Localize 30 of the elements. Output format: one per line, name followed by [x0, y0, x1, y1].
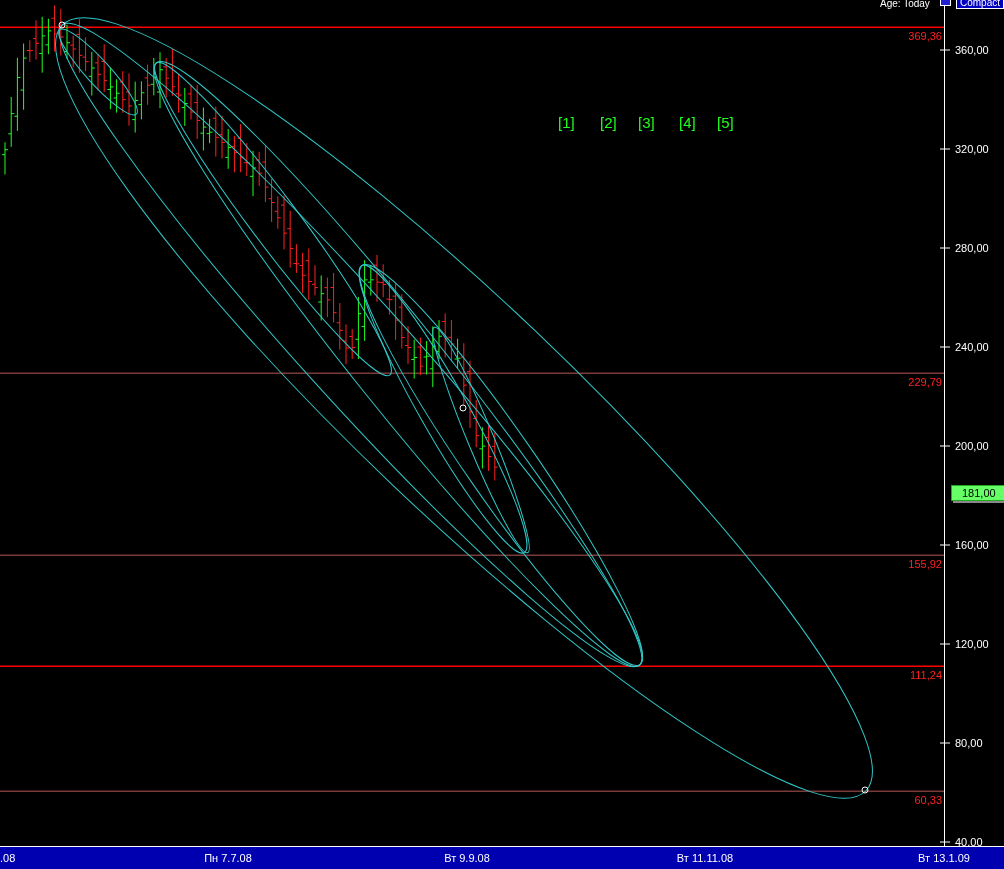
price-tick-label: 160,00 — [955, 539, 989, 551]
price-tick-label: 280,00 — [955, 242, 989, 254]
price-tick-label: 120,00 — [955, 638, 989, 650]
price-tick-label: 40,00 — [955, 836, 983, 848]
price-tick-label: 360,00 — [955, 44, 989, 56]
age-label: Age: Today — [880, 0, 930, 9]
anchor-point-icon — [459, 404, 467, 412]
option-button[interactable] — [940, 0, 951, 6]
date-tick-label: Вт 9.9.08 — [444, 852, 490, 864]
date-tick-label: .08 — [0, 852, 16, 864]
level-label: 229,79 — [908, 376, 942, 388]
level-label: 369,36 — [908, 30, 942, 42]
price-tick-label: 320,00 — [955, 143, 989, 155]
price-tick-label: 200,00 — [955, 440, 989, 452]
price-tick-label: 240,00 — [955, 341, 989, 353]
date-tick-label: Вт 11.11.08 — [676, 852, 734, 864]
anchor-point-icon — [861, 786, 869, 794]
date-tick-label: Пн 7.7.08 — [204, 852, 252, 864]
wave-label: [4] — [679, 114, 696, 131]
level-label: 111,24 — [910, 669, 942, 681]
date-tick-label: Вт 13.1.09 — [918, 852, 970, 864]
level-label: 155,92 — [908, 558, 942, 570]
price-tick-label: 80,00 — [955, 737, 983, 749]
anchor-point-icon — [58, 21, 66, 29]
wave-label: [3] — [638, 114, 655, 131]
wave-label: [5] — [717, 114, 734, 131]
level-label: 60,33 — [914, 794, 942, 806]
wave-label: [2] — [600, 114, 617, 131]
current-price-badge: 181,00 — [951, 485, 1004, 501]
wave-label: [1] — [558, 114, 575, 131]
